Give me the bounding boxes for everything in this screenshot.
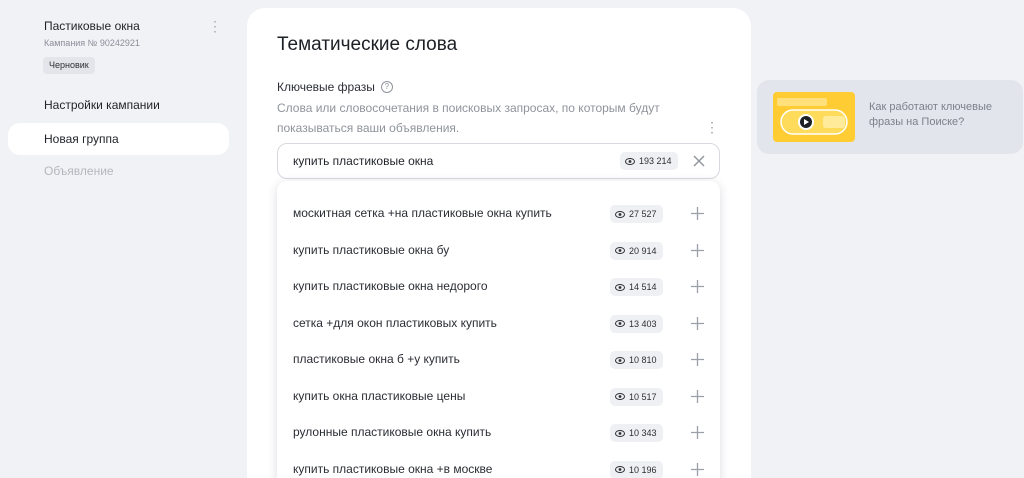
add-icon[interactable] <box>690 352 705 367</box>
promo-text[interactable]: Как работают ключевые фразы на Поиске? <box>869 100 1014 130</box>
suggestion-volume-count: 10 810 <box>629 355 657 365</box>
keywords-card: Тематические слова Ключевые фразы ? Слов… <box>247 8 751 478</box>
suggestion-volume-count: 14 514 <box>629 282 657 292</box>
keyword-input[interactable]: купить пластиковые окна 193 214 <box>277 143 720 179</box>
sidebar-item-campaign-settings[interactable]: Настройки кампании <box>8 89 229 121</box>
add-icon[interactable] <box>690 462 705 477</box>
promo-card[interactable]: Как работают ключевые фразы на Поиске? <box>757 80 1023 154</box>
close-icon[interactable] <box>692 154 706 168</box>
add-icon[interactable] <box>690 389 705 404</box>
eye-icon <box>625 157 635 165</box>
eye-icon <box>615 356 625 364</box>
suggestion-volume-badge: 20 914 <box>610 241 663 260</box>
suggestion-text[interactable]: москитная сетка +на пластиковые окна куп… <box>293 195 552 232</box>
suggestion-text[interactable]: сетка +для окон пластиковых купить <box>293 305 497 342</box>
sidebar: Пастиковые окна Кампания № 90242921 ⋮ Че… <box>0 0 235 478</box>
search-volume-badge: 193 214 <box>620 152 678 170</box>
suggestion-volume-badge: 10 196 <box>610 460 663 478</box>
search-volume-count: 193 214 <box>639 156 672 166</box>
suggestion-text[interactable]: купить пластиковые окна +в москве <box>293 451 492 478</box>
add-icon[interactable] <box>690 279 705 294</box>
suggestion-text[interactable]: рулонные пластиковые окна купить <box>293 414 491 451</box>
sidebar-item-ad[interactable]: Объявление <box>8 155 229 187</box>
help-icon[interactable]: ? <box>380 81 393 93</box>
suggestion-row[interactable]: рулонные пластиковые окна купить 10 343 <box>277 414 720 451</box>
suggestion-text[interactable]: купить окна пластиковые цены <box>293 378 465 415</box>
suggestion-row[interactable]: сетка +для окон пластиковых купить 13 403 <box>277 305 720 342</box>
suggestion-volume-badge: 27 527 <box>610 205 663 223</box>
eye-icon <box>615 466 625 473</box>
keywords-menu-icon[interactable]: ⋮ <box>705 118 719 138</box>
keyword-input-value[interactable]: купить пластиковые окна <box>293 144 433 178</box>
suggestion-volume-badge: 14 514 <box>610 278 663 296</box>
suggestion-volume-badge: 10 810 <box>610 351 663 369</box>
suggestion-volume-count: 20 914 <box>629 245 657 256</box>
suggestion-row[interactable]: купить пластиковые окна недорого 14 514 <box>277 268 720 305</box>
video-thumbnail-icon[interactable] <box>773 92 855 142</box>
suggestion-volume-count: 10 343 <box>629 428 657 438</box>
keywords-label-row: Ключевые фразы ? <box>277 80 393 94</box>
status-badge: Черновик <box>43 57 95 74</box>
suggestion-row[interactable]: москитная сетка +на пластиковые окна куп… <box>277 195 720 232</box>
keywords-label: Ключевые фразы <box>277 80 375 94</box>
eye-icon <box>615 283 625 291</box>
suggestion-volume-count: 10 517 <box>629 391 657 402</box>
suggestion-text[interactable]: купить пластиковые окна бу <box>293 232 449 269</box>
add-icon[interactable] <box>690 316 705 331</box>
eye-icon <box>615 320 625 327</box>
suggestion-volume-badge: 10 517 <box>610 387 663 406</box>
suggestion-volume-badge: 10 343 <box>610 424 663 442</box>
suggestion-volume-count: 13 403 <box>629 318 657 329</box>
eye-icon <box>615 429 625 437</box>
add-icon[interactable] <box>690 206 705 221</box>
suggestion-text[interactable]: купить пластиковые окна недорого <box>293 268 488 305</box>
campaign-menu-icon[interactable]: ⋮ <box>208 18 222 36</box>
campaign-title[interactable]: Пастиковые окна <box>44 19 140 33</box>
page-title: Тематические слова <box>277 34 458 55</box>
eye-icon <box>615 393 625 400</box>
suggestion-row[interactable]: купить окна пластиковые цены 10 517 <box>277 378 720 415</box>
add-icon[interactable] <box>690 425 705 440</box>
suggestion-row[interactable]: купить пластиковые окна +в москве 10 196 <box>277 451 720 478</box>
suggestion-row[interactable]: пластиковые окна б +у купить 10 810 <box>277 341 720 378</box>
eye-icon <box>615 247 625 254</box>
suggestion-volume-count: 10 196 <box>629 464 657 475</box>
eye-icon <box>615 210 625 218</box>
suggestion-text[interactable]: пластиковые окна б +у купить <box>293 341 460 378</box>
suggestion-row[interactable]: купить пластиковые окна бу 20 914 <box>277 232 720 269</box>
suggestions-dropdown: москитная сетка +на пластиковые окна куп… <box>277 181 720 478</box>
add-icon[interactable] <box>690 243 705 258</box>
suggestion-volume-badge: 13 403 <box>610 314 663 333</box>
campaign-number: Кампания № 90242921 <box>44 38 140 48</box>
suggestion-volume-count: 27 527 <box>629 209 657 219</box>
keywords-hint: Слова или словосочетания в поисковых зап… <box>277 101 660 135</box>
sidebar-item-new-group[interactable]: Новая группа <box>8 123 229 155</box>
